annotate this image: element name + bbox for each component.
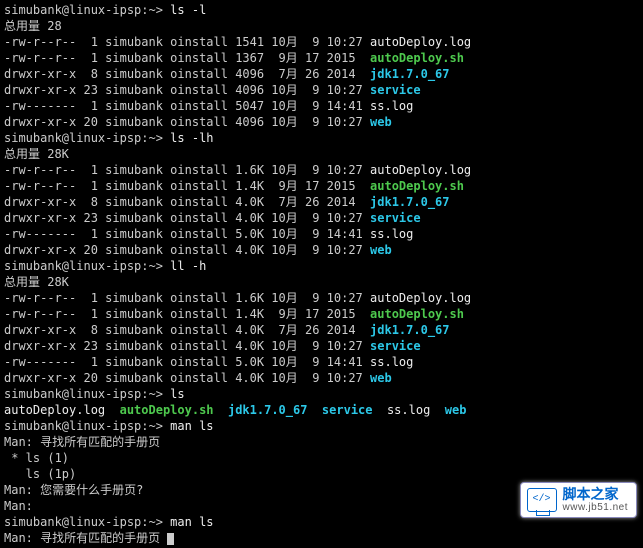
list-row: drwxr-xr-x 8 simubank oinstall 4.0K 7月 2… xyxy=(4,194,639,210)
list-row: -rw-r--r-- 1 simubank oinstall 1.6K 10月 … xyxy=(4,162,639,178)
output-line: Man: 寻找所有匹配的手册页 xyxy=(4,434,639,450)
output-line: 总用量 28 xyxy=(4,18,639,34)
output-line: 总用量 28K xyxy=(4,274,639,290)
watermark-url: www.jb51.net xyxy=(563,502,628,513)
monitor-icon: </> xyxy=(527,488,557,512)
command-line: simubank@linux-ipsp:~> ls -l xyxy=(4,2,639,18)
list-row: -rw------- 1 simubank oinstall 5047 10月 … xyxy=(4,98,639,114)
list-row: drwxr-xr-x 20 simubank oinstall 4.0K 10月… xyxy=(4,370,639,386)
list-row: -rw------- 1 simubank oinstall 5.0K 10月 … xyxy=(4,226,639,242)
output-line: Man: 寻找所有匹配的手册页 xyxy=(4,530,639,546)
command-line: simubank@linux-ipsp:~> ls -lh xyxy=(4,130,639,146)
list-row: drwxr-xr-x 23 simubank oinstall 4.0K 10月… xyxy=(4,338,639,354)
list-row: -rw-r--r-- 1 simubank oinstall 1.6K 10月 … xyxy=(4,290,639,306)
terminal-output[interactable]: simubank@linux-ipsp:~> ls -l总用量 28-rw-r-… xyxy=(0,0,643,548)
list-row: drwxr-xr-x 8 simubank oinstall 4.0K 7月 2… xyxy=(4,322,639,338)
list-row: drwxr-xr-x 20 simubank oinstall 4.0K 10月… xyxy=(4,242,639,258)
list-row: drwxr-xr-x 23 simubank oinstall 4096 10月… xyxy=(4,82,639,98)
output-line: * ls (1) xyxy=(4,450,639,466)
cursor-icon xyxy=(167,533,174,545)
list-row: -rw-r--r-- 1 simubank oinstall 1367 9月 1… xyxy=(4,50,639,66)
watermark-badge: </> 脚本之家 www.jb51.net xyxy=(520,482,637,518)
output-line: 总用量 28K xyxy=(4,146,639,162)
list-row: drwxr-xr-x 8 simubank oinstall 4096 7月 2… xyxy=(4,66,639,82)
list-row: drwxr-xr-x 20 simubank oinstall 4096 10月… xyxy=(4,114,639,130)
ls-row: autoDeploy.log autoDeploy.sh jdk1.7.0_67… xyxy=(4,402,639,418)
list-row: -rw-r--r-- 1 simubank oinstall 1541 10月 … xyxy=(4,34,639,50)
output-line: ls (1p) xyxy=(4,466,639,482)
command-line: simubank@linux-ipsp:~> ls xyxy=(4,386,639,402)
command-line: simubank@linux-ipsp:~> ll -h xyxy=(4,258,639,274)
watermark-title: 脚本之家 xyxy=(563,487,628,502)
list-row: drwxr-xr-x 23 simubank oinstall 4.0K 10月… xyxy=(4,210,639,226)
list-row: -rw-r--r-- 1 simubank oinstall 1.4K 9月 1… xyxy=(4,178,639,194)
list-row: -rw------- 1 simubank oinstall 5.0K 10月 … xyxy=(4,354,639,370)
command-line: simubank@linux-ipsp:~> man ls xyxy=(4,418,639,434)
list-row: -rw-r--r-- 1 simubank oinstall 1.4K 9月 1… xyxy=(4,306,639,322)
